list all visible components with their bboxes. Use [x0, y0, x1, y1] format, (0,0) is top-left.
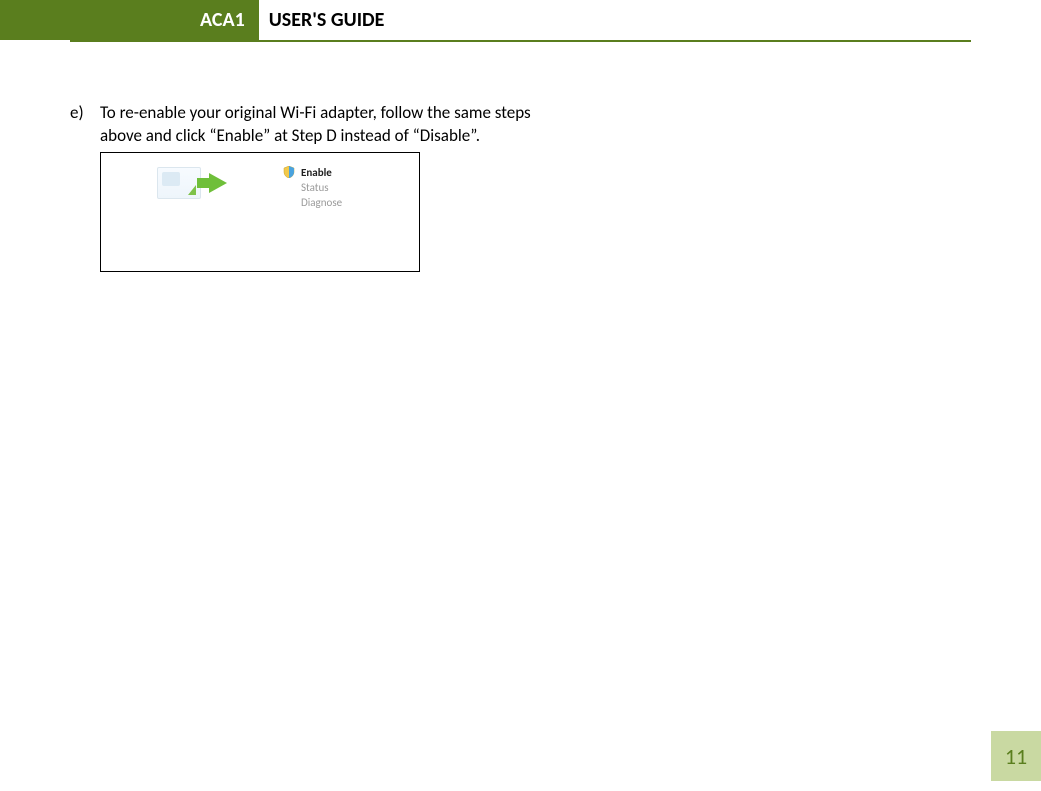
blank-icon [283, 181, 295, 193]
document-title: USER'S GUIDE [259, 0, 385, 40]
adapter-icon [157, 167, 201, 199]
context-menu: Enable Status Diagnose [283, 165, 403, 210]
list-marker: e) [70, 102, 100, 125]
instruction-item: e) To re-enable your original Wi-Fi adap… [70, 102, 570, 148]
adapter-graphic [157, 167, 227, 199]
menu-item-enable[interactable]: Enable [283, 165, 403, 180]
product-badge: ACA1 [0, 0, 259, 40]
shield-icon [283, 166, 295, 178]
menu-item-diagnose[interactable]: Diagnose [283, 195, 403, 210]
document-header: ACA1 USER'S GUIDE [70, 0, 971, 42]
menu-item-status-label: Status [301, 181, 329, 194]
blank-icon [283, 196, 295, 208]
menu-item-enable-label: Enable [301, 166, 332, 179]
arrow-right-icon [209, 173, 227, 193]
page-content: e) To re-enable your original Wi-Fi adap… [0, 42, 1041, 272]
menu-item-status[interactable]: Status [283, 180, 403, 195]
menu-item-diagnose-label: Diagnose [301, 196, 342, 209]
instruction-text: To re-enable your original Wi-Fi adapter… [100, 102, 570, 148]
screenshot-figure: Enable Status Diagnose [100, 152, 420, 272]
page-number: 11 [991, 731, 1041, 781]
